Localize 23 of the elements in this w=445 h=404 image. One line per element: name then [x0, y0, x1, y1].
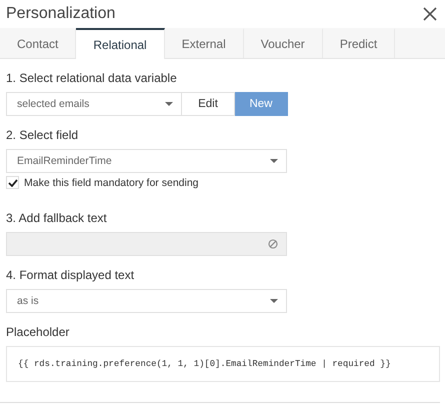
checkbox[interactable]	[6, 176, 19, 189]
new-button[interactable]: New	[235, 92, 288, 116]
tab[interactable]: Predict	[322, 28, 396, 58]
section-label: 3. Add fallback text	[6, 211, 108, 225]
caret-icon	[270, 299, 278, 303]
caret-icon	[165, 102, 173, 106]
section-label: 4. Format displayed text	[6, 268, 136, 282]
field-dropdown[interactable]: EmailReminderTime	[6, 149, 287, 173]
section-label: 2. Select field	[6, 128, 80, 142]
section-label: Placeholder	[6, 325, 70, 339]
caret-icon	[270, 159, 278, 163]
tab[interactable]: External	[164, 28, 244, 58]
section-label: 1. Select relational data variable	[6, 71, 178, 85]
window-title: Personalization	[6, 5, 116, 23]
edit-button[interactable]: Edit	[182, 92, 235, 116]
tab[interactable]: Voucher	[244, 28, 323, 58]
variable-dropdown[interactable]: selected emails	[6, 92, 182, 116]
blocked-icon	[268, 239, 278, 249]
code-box: {{ rds.training.preference(1, 1, 1)[0].EmailReminderTime | required }}	[6, 346, 440, 382]
checkbox-label: Make this field mandatory for sending	[24, 176, 199, 188]
close-icon[interactable]	[423, 7, 437, 21]
format-dropdown[interactable]: as is	[6, 289, 287, 313]
tab[interactable]: Relational	[76, 28, 165, 59]
